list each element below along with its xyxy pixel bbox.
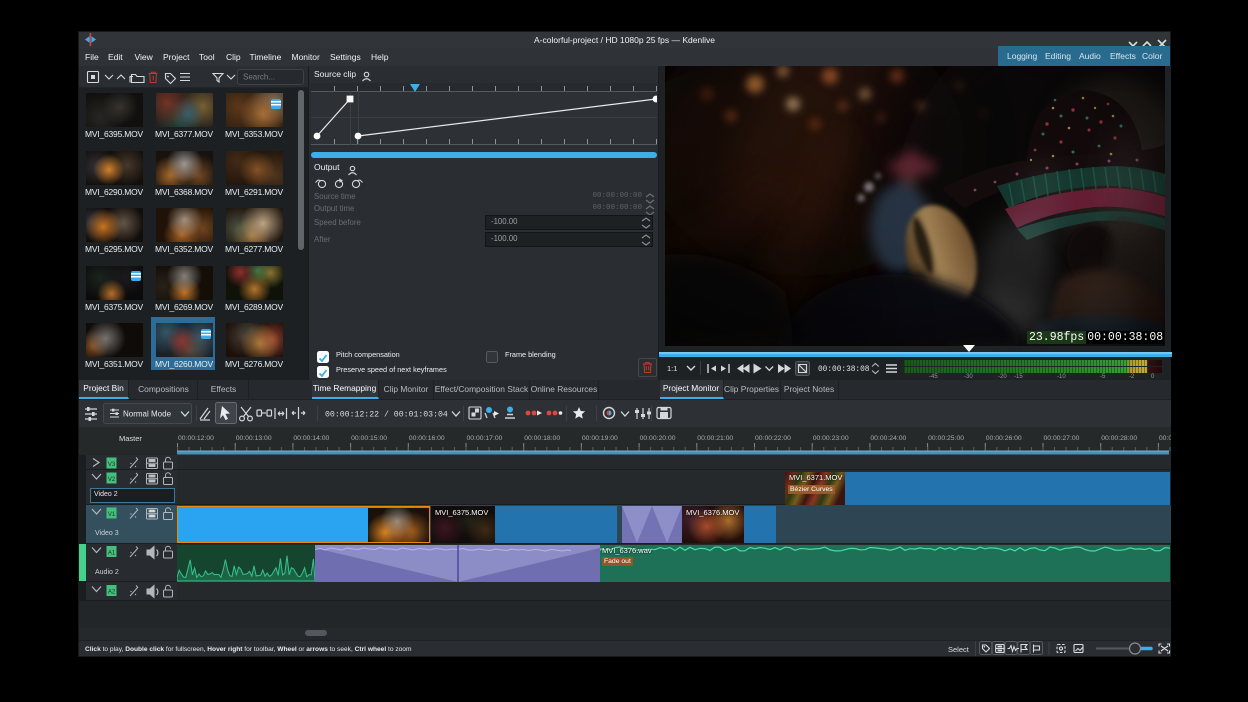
svg-text:00:00:23:00: 00:00:23:00 [813, 435, 849, 442]
svg-text:00:00:38:08: 00:00:38:08 [818, 366, 870, 374]
svg-text:V1: V1 [108, 512, 116, 518]
svg-text:V2: V2 [108, 477, 116, 483]
svg-text:00:00:27:00: 00:00:27:00 [1044, 435, 1080, 442]
svg-text:00:00:14:00: 00:00:14:00 [293, 435, 329, 442]
svg-text:00:00:20:00: 00:00:20:00 [640, 435, 676, 442]
svg-text:A2: A2 [108, 590, 116, 596]
svg-text:00:00:15:00: 00:00:15:00 [351, 435, 387, 442]
svg-text:00:00:29:00: 00:00:29:00 [1159, 435, 1171, 442]
svg-text:Normal Mode: Normal Mode [123, 410, 172, 419]
svg-text:00:00:13:00: 00:00:13:00 [236, 435, 272, 442]
svg-text:00:00:12:00: 00:00:12:00 [178, 435, 214, 442]
svg-text:00:00:24:00: 00:00:24:00 [870, 435, 906, 442]
svg-text:00:00:17:00: 00:00:17:00 [467, 435, 503, 442]
svg-text:1:1: 1:1 [667, 364, 677, 373]
svg-text:A1: A1 [108, 551, 116, 557]
svg-text:V3: V3 [108, 462, 116, 468]
svg-text:00:00:16:00: 00:00:16:00 [409, 435, 445, 442]
svg-text:00:00:22:00: 00:00:22:00 [755, 435, 791, 442]
svg-text:00:00:18:00: 00:00:18:00 [524, 435, 560, 442]
svg-text:00:00:28:00: 00:00:28:00 [1101, 435, 1137, 442]
svg-text:00:00:25:00: 00:00:25:00 [928, 435, 964, 442]
svg-text:00:00:12:22 / 00:01:03:04: 00:00:12:22 / 00:01:03:04 [325, 410, 448, 420]
svg-text:00:00:21:00: 00:00:21:00 [697, 435, 733, 442]
svg-text:Search...: Search... [243, 73, 275, 82]
svg-text:00:00:26:00: 00:00:26:00 [986, 435, 1022, 442]
svg-text:00:00:19:00: 00:00:19:00 [582, 435, 618, 442]
